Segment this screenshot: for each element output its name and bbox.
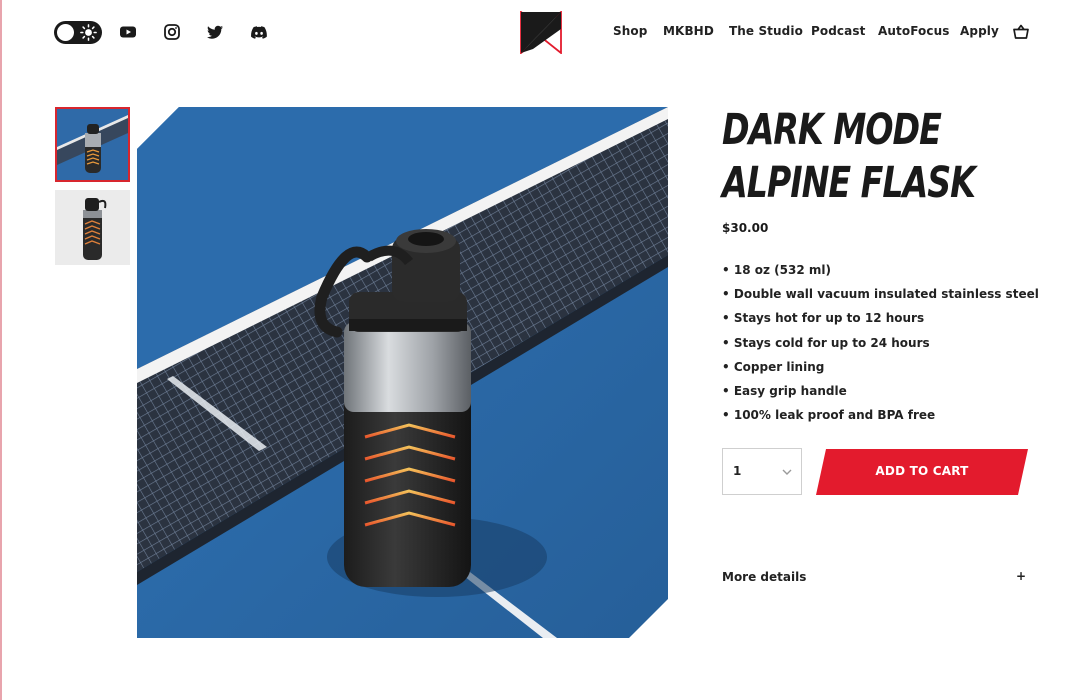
mkbhd-logo[interactable] bbox=[519, 11, 563, 54]
add-to-cart-button[interactable]: ADD TO CART bbox=[816, 449, 1028, 495]
nav-apply[interactable]: Apply bbox=[960, 24, 999, 38]
cart-icon[interactable] bbox=[1012, 23, 1030, 41]
product-title-line1: DARK MODE bbox=[722, 105, 942, 155]
thumbnail-studio[interactable] bbox=[55, 190, 130, 265]
feature-item: Copper lining bbox=[722, 359, 1039, 383]
feature-item: Stays hot for up to 12 hours bbox=[722, 310, 1039, 334]
nav-mkbhd[interactable]: MKBHD bbox=[663, 24, 714, 38]
plus-icon: + bbox=[1015, 569, 1026, 583]
sun-icon bbox=[80, 24, 97, 41]
feature-item: Stays cold for up to 24 hours bbox=[722, 335, 1039, 359]
quantity-select[interactable]: 1 bbox=[722, 448, 802, 495]
toggle-knob bbox=[57, 24, 74, 41]
flask-lifestyle-thumbnail-image bbox=[57, 109, 128, 180]
more-details-toggle[interactable]: More details + bbox=[722, 569, 1028, 586]
nav-podcast[interactable]: Podcast bbox=[811, 24, 865, 38]
nav-shop[interactable]: Shop bbox=[613, 24, 647, 38]
product-title: DARK MODE ALPINE FLASK bbox=[722, 104, 997, 210]
instagram-icon[interactable] bbox=[162, 22, 182, 42]
youtube-icon[interactable] bbox=[118, 22, 138, 42]
flask-studio-thumbnail-image bbox=[55, 190, 130, 265]
flask-product-photo bbox=[137, 107, 668, 638]
feature-item: Easy grip handle bbox=[722, 383, 1039, 407]
nav-autofocus[interactable]: AutoFocus bbox=[878, 24, 949, 38]
add-to-cart-label: ADD TO CART bbox=[875, 464, 969, 478]
thumbnail-lifestyle[interactable] bbox=[55, 107, 130, 182]
feature-item: Double wall vacuum insulated stainless s… bbox=[722, 286, 1039, 310]
more-details-label: More details bbox=[722, 570, 807, 584]
feature-item: 100% leak proof and BPA free bbox=[722, 407, 1039, 431]
product-title-line2: ALPINE FLASK bbox=[722, 158, 976, 208]
chevron-down-icon bbox=[782, 469, 792, 475]
theme-toggle[interactable] bbox=[54, 21, 102, 44]
product-price: $30.00 bbox=[722, 221, 769, 235]
twitter-icon[interactable] bbox=[205, 22, 225, 42]
feature-item: 18 oz (532 ml) bbox=[722, 262, 1039, 286]
discord-icon[interactable] bbox=[249, 22, 269, 42]
nav-the-studio[interactable]: The Studio bbox=[729, 24, 803, 38]
page-edge-line bbox=[0, 0, 2, 700]
site-header: Shop MKBHD The Studio Podcast AutoFocus … bbox=[0, 0, 1080, 66]
quantity-value: 1 bbox=[733, 464, 742, 478]
feature-list: 18 oz (532 ml) Double wall vacuum insula… bbox=[722, 262, 1039, 431]
product-main-image bbox=[137, 107, 668, 638]
